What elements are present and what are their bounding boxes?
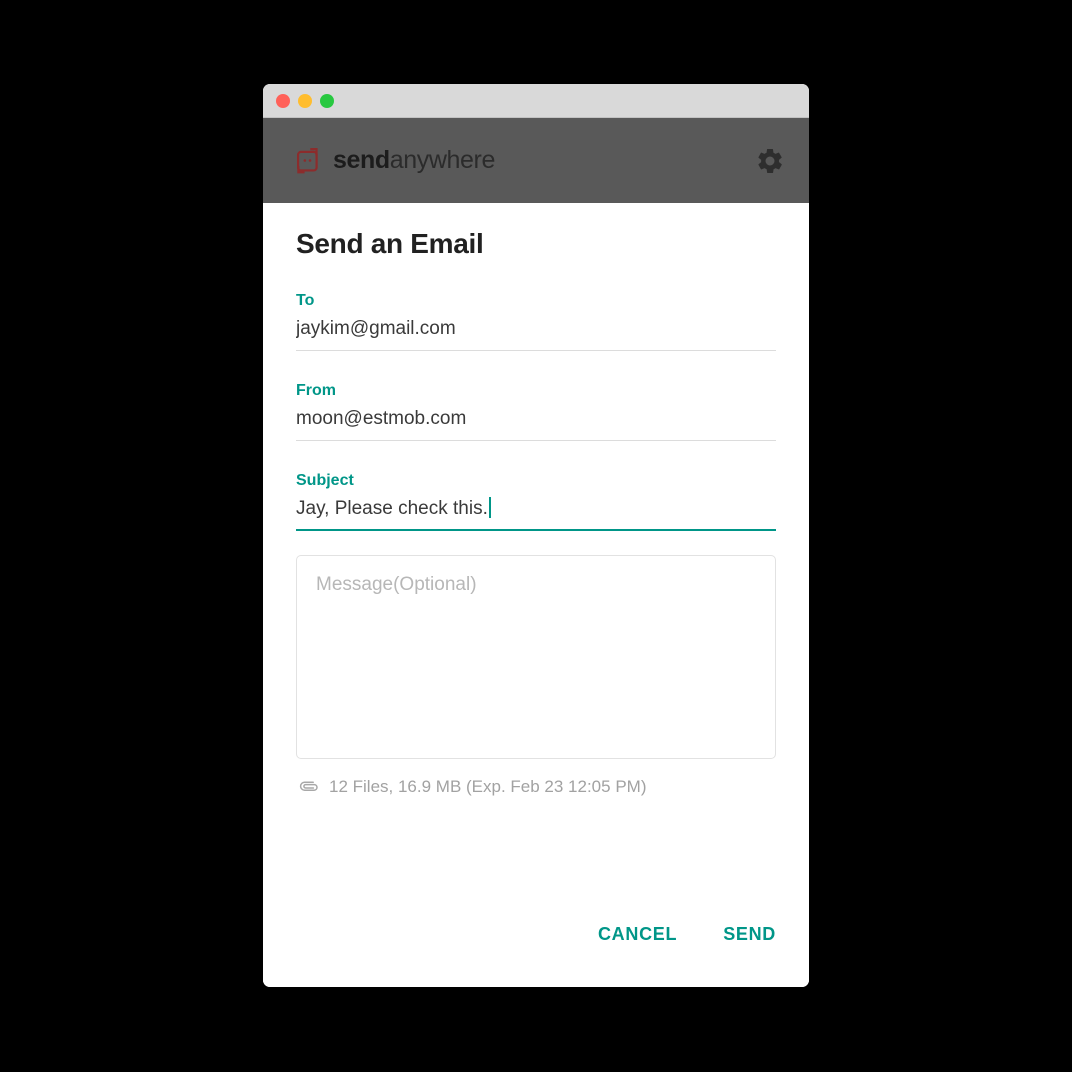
- window-titlebar: [263, 84, 809, 118]
- field-from-label: From: [296, 381, 336, 399]
- subject-input-value: Jay, Please check this.: [296, 497, 488, 519]
- to-input[interactable]: jaykim@gmail.com: [296, 317, 776, 351]
- brand-logo: sendanywhere: [295, 147, 495, 174]
- page-title: Send an Email: [296, 228, 484, 259]
- brand-wordmark: sendanywhere: [333, 148, 495, 173]
- brand-wordmark-light: anywhere: [389, 146, 496, 174]
- email-form: Send an Email To jaykim@gmail.com From m…: [263, 203, 809, 987]
- app-window: sendanywhere Send an Email To jaykim@gma…: [263, 84, 809, 987]
- paperclip-icon: [299, 779, 329, 795]
- field-subject-label: Subject: [296, 471, 354, 489]
- form-actions: CANCEL SEND: [598, 925, 776, 943]
- close-window-button[interactable]: [276, 93, 290, 108]
- maximize-window-button[interactable]: [320, 93, 334, 108]
- attachment-summary: 12 Files, 16.9 MB (Exp. Feb 23 12:05 PM): [296, 777, 776, 797]
- field-to-label: To: [296, 291, 315, 309]
- subject-input[interactable]: Jay, Please check this.: [296, 496, 776, 531]
- message-input[interactable]: Message(Optional): [296, 554, 776, 759]
- brand-wordmark-bold: send: [333, 146, 390, 174]
- field-from: From moon@estmob.com: [296, 381, 776, 441]
- message-placeholder: Message(Optional): [316, 573, 477, 595]
- screen-background: sendanywhere Send an Email To jaykim@gma…: [0, 0, 1072, 1072]
- field-subject: Subject Jay, Please check this.: [296, 471, 776, 531]
- send-button[interactable]: SEND: [723, 925, 776, 943]
- field-to: To jaykim@gmail.com: [296, 291, 776, 351]
- minimize-window-button[interactable]: [298, 93, 312, 108]
- gear-icon: [755, 146, 785, 176]
- settings-button[interactable]: [753, 144, 787, 178]
- attachment-text: 12 Files, 16.9 MB (Exp. Feb 23 12:05 PM): [329, 776, 647, 796]
- app-header: sendanywhere: [263, 118, 809, 203]
- cancel-button[interactable]: CANCEL: [598, 925, 677, 943]
- from-input[interactable]: moon@estmob.com: [296, 407, 776, 441]
- text-caret: [488, 496, 491, 518]
- sendanywhere-logo-icon: [295, 147, 322, 174]
